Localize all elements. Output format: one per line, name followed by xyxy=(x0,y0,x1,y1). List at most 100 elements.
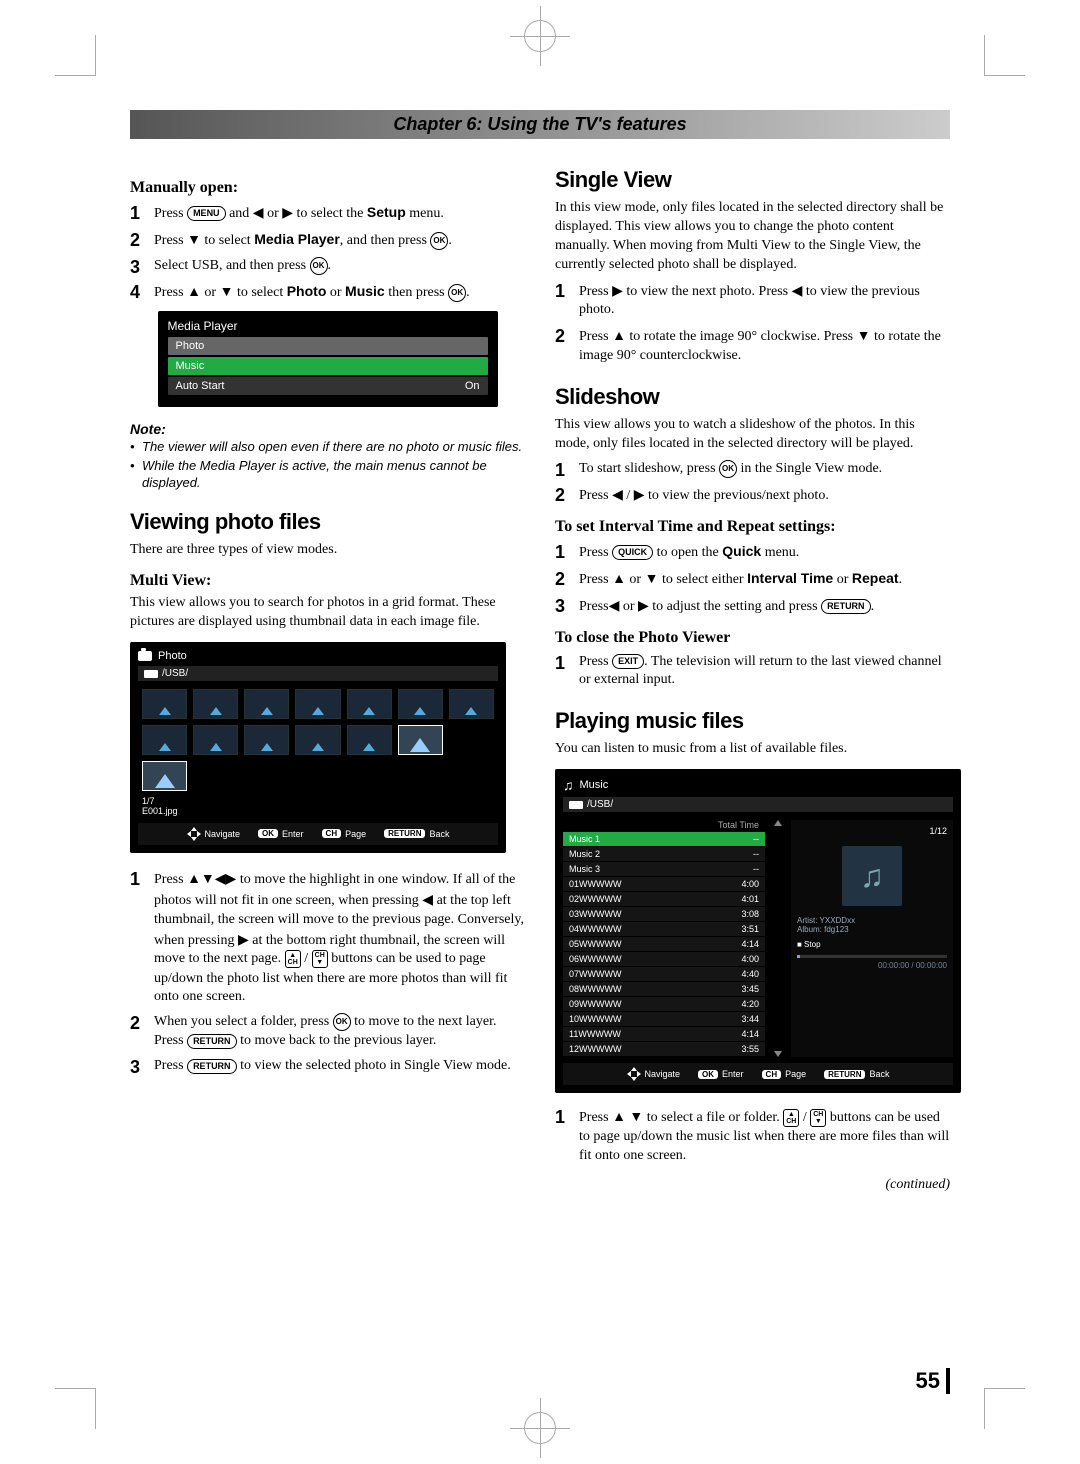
arrow-down-icon xyxy=(774,1051,782,1057)
music-row: 07WWWWW4:40 xyxy=(563,967,765,981)
interval-steps: Press QUICK to open the Quick menu. Pres… xyxy=(555,542,950,617)
music-row: Music 2-- xyxy=(563,847,765,861)
thumbnail xyxy=(193,689,238,719)
music-row: 10WWWWW3:44 xyxy=(563,1012,765,1026)
crop-mark xyxy=(55,35,96,76)
registration-mark xyxy=(524,1412,556,1444)
thumbnail xyxy=(295,689,340,719)
manual-page: Chapter 6: Using the TV's features Manua… xyxy=(0,0,1080,1464)
step: Select USB, and then press OK. xyxy=(130,257,525,276)
music-header: ♫ Music xyxy=(563,777,953,793)
slideshow-body: This view allows you to watch a slidesho… xyxy=(555,416,950,454)
single-view-steps: Press ▶ to view the next photo. Press ◀ … xyxy=(555,281,950,367)
step: Press◀ or ▶ to adjust the setting and pr… xyxy=(555,596,950,617)
thumbnail-grid xyxy=(142,689,494,791)
photo-grid-graphic: Photo /USB/ xyxy=(130,642,506,853)
exit-button-icon: EXIT xyxy=(612,654,644,669)
ok-button-icon: OK xyxy=(310,257,328,275)
viewing-intro: There are three types of view modes. xyxy=(130,541,525,560)
thumbnail xyxy=(244,689,289,719)
usb-icon xyxy=(144,670,158,678)
step: Press ◀ / ▶ to view the previous/next ph… xyxy=(555,485,950,506)
music-info-panel: 1/12 ♫ Artist: YXXDDxx Album: fdg123 ■ S… xyxy=(791,820,953,1057)
arrow-up-icon xyxy=(774,820,782,826)
continued-label: (continued) xyxy=(555,1176,950,1195)
footer-navigate: Navigate xyxy=(627,1067,681,1081)
thumbnail-selected xyxy=(398,725,443,755)
ch-down-icon: CH▼ xyxy=(312,950,328,968)
thumbnail xyxy=(142,689,187,719)
return-button-icon: RETURN xyxy=(187,1059,237,1074)
camera-icon xyxy=(138,651,152,661)
step: When you select a folder, press OK to mo… xyxy=(130,1013,525,1051)
manually-open-heading: Manually open: xyxy=(130,179,525,197)
thumbnail-empty xyxy=(449,725,494,753)
close-viewer-steps: Press EXIT. The television will return t… xyxy=(555,653,950,691)
playing-music-heading: Playing music files xyxy=(555,708,950,734)
chapter-title-bar: Chapter 6: Using the TV's features xyxy=(130,110,950,139)
step: Press ▼ to select Media Player, and then… xyxy=(130,230,525,251)
interval-heading: To set Interval Time and Repeat settings… xyxy=(555,518,950,536)
music-row: 12WWWWW3:55 xyxy=(563,1042,765,1056)
right-column: Single View In this view mode, only file… xyxy=(555,167,950,1199)
menu-item-photo: Photo xyxy=(168,337,488,355)
usb-icon xyxy=(569,801,583,809)
step: Press ▲ to rotate the image 90° clockwis… xyxy=(555,326,950,366)
navigate-icon xyxy=(627,1067,641,1081)
music-row: 09WWWWW4:20 xyxy=(563,997,765,1011)
note-list: The viewer will also open even if there … xyxy=(130,439,525,492)
playing-music-intro: You can listen to music from a list of a… xyxy=(555,740,950,759)
music-row: 03WWWWW3:08 xyxy=(563,907,765,921)
step: Press ▲ or ▼ to select Photo or Music th… xyxy=(130,282,525,303)
footer-page: CHPage xyxy=(762,1069,807,1079)
ok-button-icon: OK xyxy=(719,460,737,478)
music-steps: Press ▲ ▼ to select a file or folder. ▲C… xyxy=(555,1107,950,1166)
return-button-icon: RETURN xyxy=(821,599,871,614)
thumbnail xyxy=(347,689,392,719)
menu-button-icon: MENU xyxy=(187,206,226,221)
quick-button-icon: QUICK xyxy=(612,545,653,560)
music-note-icon: ♫ xyxy=(563,777,574,793)
slideshow-heading: Slideshow xyxy=(555,384,950,410)
footer-back: RETURNBack xyxy=(384,829,449,839)
photo-path: /USB/ xyxy=(138,666,498,681)
manually-open-steps: Press MENU and ◀ or ▶ to select the Setu… xyxy=(130,203,525,303)
footer-enter: OKEnter xyxy=(698,1069,744,1079)
photo-header: Photo xyxy=(138,650,498,662)
page-number-bar-icon xyxy=(946,1368,950,1394)
single-view-heading: Single View xyxy=(555,167,950,193)
step: Press ▲ ▼ to select a file or folder. ▲C… xyxy=(555,1107,950,1166)
music-row: 02WWWWW4:01 xyxy=(563,892,765,906)
step: Press ▲▼◀▶ to move the highlight in one … xyxy=(130,869,525,1007)
multiview-heading: Multi View: xyxy=(130,572,525,590)
menu-item-music: Music xyxy=(168,357,488,375)
thumbnail xyxy=(142,725,187,755)
slideshow-steps: To start slideshow, press OK in the Sing… xyxy=(555,460,950,506)
step: Press ▲ or ▼ to select either Interval T… xyxy=(555,569,950,590)
step: To start slideshow, press OK in the Sing… xyxy=(555,460,950,479)
footer-enter: OKEnter xyxy=(258,829,304,839)
music-row: 04WWWWW3:51 xyxy=(563,922,765,936)
step: Press ▶ to view the next photo. Press ◀ … xyxy=(555,281,950,321)
left-column: Manually open: Press MENU and ◀ or ▶ to … xyxy=(130,167,525,1199)
photo-meta: 1/7 E001.jpg xyxy=(142,797,498,817)
thumbnail xyxy=(193,725,238,755)
album-art-placeholder: ♫ xyxy=(842,846,902,906)
thumbnail xyxy=(295,725,340,755)
music-row: 08WWWWW3:45 xyxy=(563,982,765,996)
music-row: 05WWWWW4:14 xyxy=(563,937,765,951)
thumbnail xyxy=(449,689,494,719)
registration-mark xyxy=(524,20,556,52)
page-number: 55 xyxy=(916,1368,950,1394)
music-list: Total Time Music 1--Music 2--Music 3--01… xyxy=(563,820,765,1057)
music-row: 06WWWWW4:00 xyxy=(563,952,765,966)
content-columns: Manually open: Press MENU and ◀ or ▶ to … xyxy=(130,167,950,1199)
ok-button-icon: OK xyxy=(430,232,448,250)
crop-mark xyxy=(55,1388,96,1429)
ch-up-icon: ▲CH xyxy=(783,1109,799,1127)
menu-title: Media Player xyxy=(168,319,488,333)
footer-navigate: Navigate xyxy=(187,827,241,841)
multiview-body: This view allows you to search for photo… xyxy=(130,594,525,632)
music-row: 11WWWWW4:14 xyxy=(563,1027,765,1041)
ch-down-icon: CH▼ xyxy=(810,1109,826,1127)
